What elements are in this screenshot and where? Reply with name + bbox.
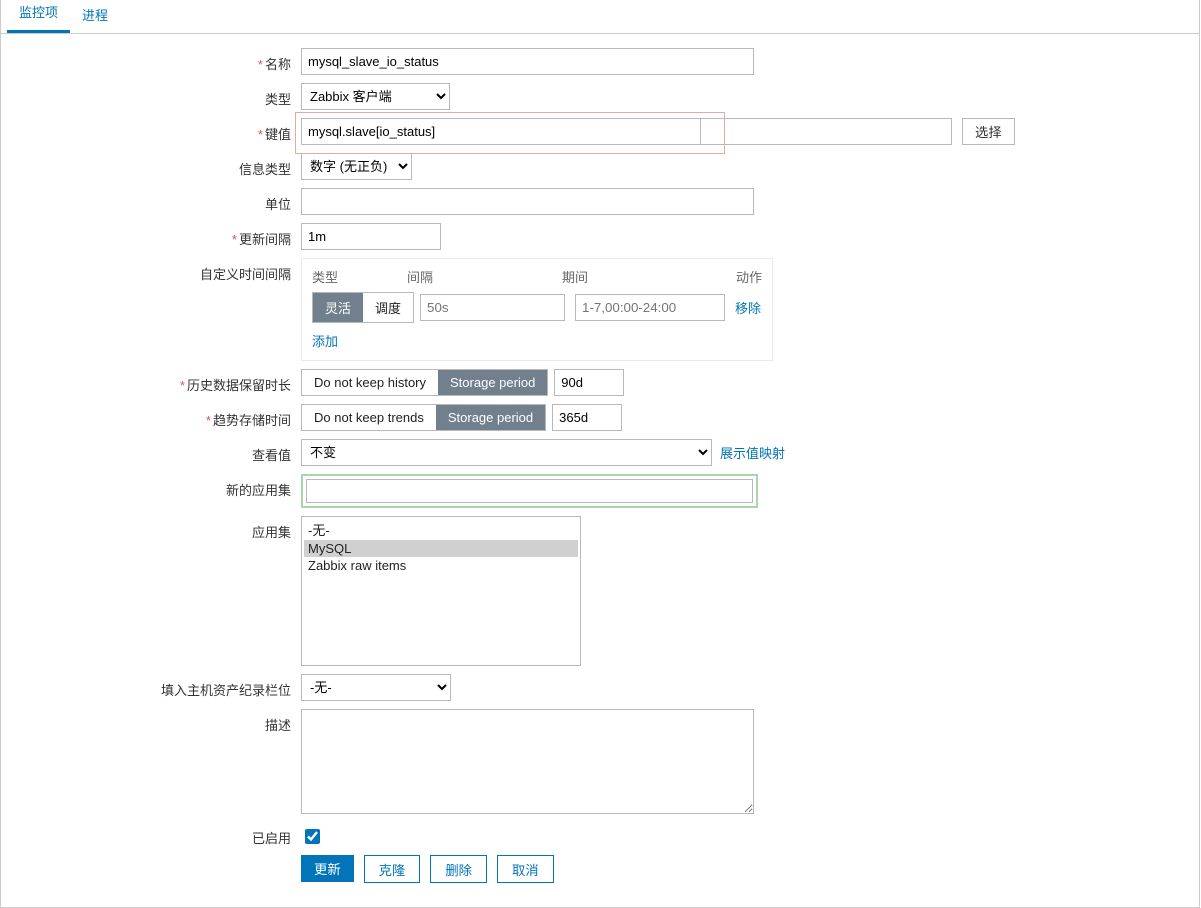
key-input-ext[interactable]	[701, 118, 952, 145]
interval-period-input[interactable]	[575, 294, 725, 321]
interval-seg-flex[interactable]: 灵活	[313, 293, 363, 322]
interval-value-input[interactable]	[420, 294, 565, 321]
history-storage-period[interactable]: Storage period	[438, 370, 547, 395]
label-apps: 应用集	[1, 516, 301, 541]
trends-seg: Do not keep trends Storage period	[301, 404, 546, 431]
intervals-hdr-interval: 间隔	[407, 267, 562, 286]
new-app-highlight	[301, 474, 758, 508]
enabled-checkbox[interactable]	[305, 829, 320, 844]
interval-add-link[interactable]: 添加	[312, 331, 338, 350]
label-value-view: 查看值	[1, 439, 301, 464]
label-trends: *趋势存储时间	[1, 404, 301, 429]
delete-button[interactable]: 删除	[430, 855, 487, 883]
label-key: *键值	[1, 118, 301, 143]
cancel-button[interactable]: 取消	[497, 855, 554, 883]
history-period-input[interactable]	[554, 369, 624, 396]
label-inventory: 填入主机资产纪录栏位	[1, 674, 301, 699]
history-seg: Do not keep history Storage period	[301, 369, 548, 396]
trends-storage-period[interactable]: Storage period	[436, 405, 545, 430]
label-name: *名称	[1, 48, 301, 73]
select-key-button[interactable]: 选择	[962, 118, 1015, 145]
info-type-select[interactable]: 数字 (无正负)	[301, 153, 412, 180]
interval-remove-link[interactable]: 移除	[735, 298, 761, 317]
trends-period-input[interactable]	[552, 404, 622, 431]
intervals-hdr-type: 类型	[312, 267, 407, 286]
update-button[interactable]: 更新	[301, 855, 354, 882]
label-new-app: 新的应用集	[1, 474, 301, 499]
show-value-map-link[interactable]: 展示值映射	[720, 443, 785, 462]
custom-intervals-box: 类型 间隔 期间 动作 灵活 调度 移除 添加	[301, 258, 773, 361]
type-select[interactable]: Zabbix 客户端	[301, 83, 450, 110]
label-info-type: 信息类型	[1, 153, 301, 178]
new-app-input[interactable]	[306, 479, 753, 503]
list-item[interactable]: -无-	[304, 519, 578, 540]
tab-monitor[interactable]: 监控项	[7, 0, 70, 33]
key-highlight	[295, 112, 725, 154]
label-custom-intervals: 自定义时间间隔	[1, 258, 301, 283]
interval-type-seg: 灵活 调度	[312, 292, 414, 323]
tab-process[interactable]: 进程	[70, 0, 120, 33]
label-type: 类型	[1, 83, 301, 108]
unit-input[interactable]	[301, 188, 754, 215]
value-view-select[interactable]: 不变	[301, 439, 712, 466]
trends-no-keep[interactable]: Do not keep trends	[302, 405, 436, 430]
intervals-hdr-period: 期间	[562, 267, 722, 286]
tab-bar: 监控项 进程	[1, 0, 1199, 34]
label-history: *历史数据保留时长	[1, 369, 301, 394]
label-unit: 单位	[1, 188, 301, 213]
apps-listbox[interactable]: -无- MySQL Zabbix raw items	[301, 516, 581, 666]
history-no-keep[interactable]: Do not keep history	[302, 370, 438, 395]
description-textarea[interactable]	[301, 709, 754, 814]
name-input[interactable]	[301, 48, 754, 75]
intervals-hdr-action: 动作	[722, 267, 762, 286]
interval-seg-schedule[interactable]: 调度	[363, 293, 413, 322]
list-item[interactable]: MySQL	[304, 540, 578, 557]
label-enabled: 已启用	[1, 822, 301, 847]
update-interval-input[interactable]	[301, 223, 441, 250]
inventory-select[interactable]: -无-	[301, 674, 451, 701]
label-description: 描述	[1, 709, 301, 734]
label-update-interval: *更新间隔	[1, 223, 301, 248]
clone-button[interactable]: 克隆	[364, 855, 421, 883]
list-item[interactable]: Zabbix raw items	[304, 557, 578, 574]
